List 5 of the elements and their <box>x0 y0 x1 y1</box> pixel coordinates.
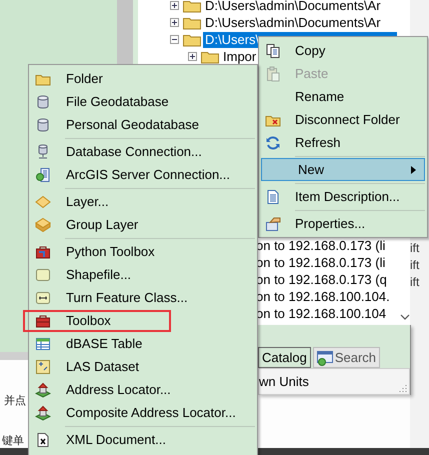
shortcut-text: ift <box>410 274 420 291</box>
page-text: 并点 <box>3 394 26 408</box>
shortcut-text: ift <box>410 257 420 274</box>
page-text: 键单 <box>1 434 24 448</box>
shortcut-text: ift <box>410 240 420 257</box>
